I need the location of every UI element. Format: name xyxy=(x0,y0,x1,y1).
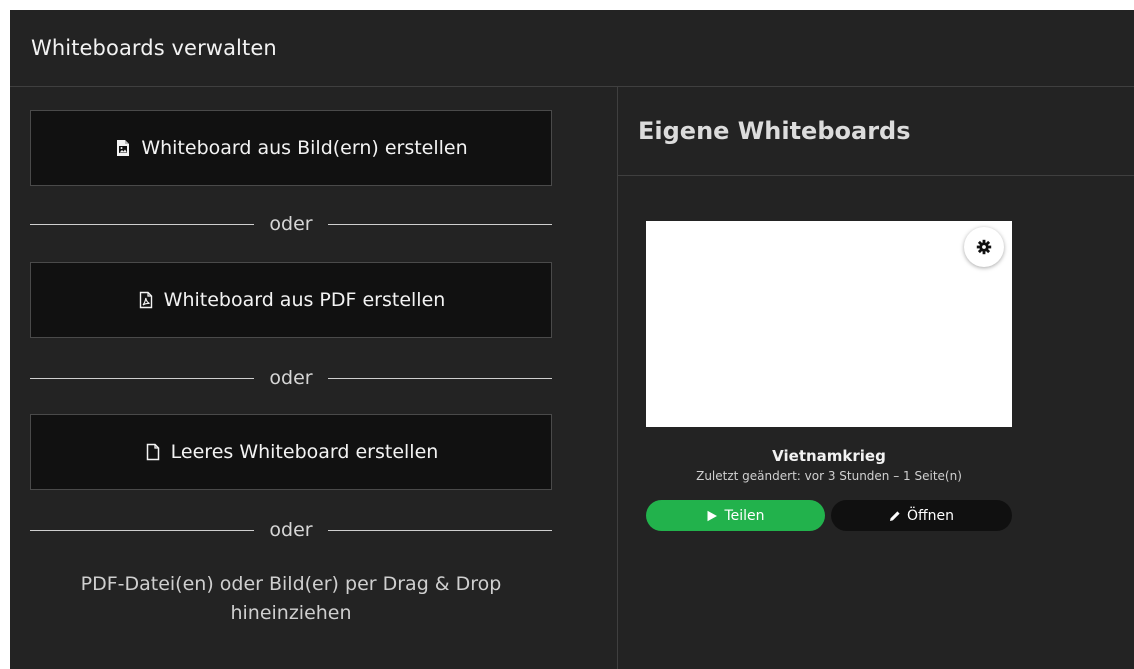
open-label: Öffnen xyxy=(906,507,955,524)
create-from-images-button[interactable]: Whiteboard aus Bild(ern) erstellen xyxy=(30,110,552,186)
open-button[interactable]: Öffnen xyxy=(831,500,1012,531)
create-blank-button[interactable]: Leeres Whiteboard erstellen xyxy=(30,414,552,490)
whiteboard-card: Vietnamkrieg Zuletzt geändert: vor 3 Stu… xyxy=(646,221,1012,531)
separator-line xyxy=(327,529,552,531)
settings-button[interactable] xyxy=(964,227,1004,267)
whiteboard-manager-dialog: Whiteboards verwalten Whiteboard aus Bil… xyxy=(10,10,1134,669)
share-button[interactable]: Teilen xyxy=(646,500,825,531)
separator-line xyxy=(327,377,552,379)
pencil-icon xyxy=(889,510,900,521)
create-from-images-label: Whiteboard aus Bild(ern) erstellen xyxy=(141,137,468,159)
whiteboard-thumbnail[interactable] xyxy=(646,221,1012,427)
separator-text: oder xyxy=(269,367,313,389)
dialog-title: Whiteboards verwalten xyxy=(31,36,277,60)
share-label: Teilen xyxy=(724,507,765,524)
separator-3: oder xyxy=(30,518,552,542)
separator-text: oder xyxy=(269,213,313,235)
whiteboard-meta: Zuletzt geändert: vor 3 Stunden – 1 Seit… xyxy=(696,469,962,483)
separator-line xyxy=(327,223,552,225)
separator-text: oder xyxy=(269,519,313,541)
gear-icon xyxy=(976,239,992,255)
create-from-pdf-button[interactable]: Whiteboard aus PDF erstellen xyxy=(30,262,552,338)
separator-line xyxy=(30,529,255,531)
own-whiteboards-title: Eigene Whiteboards xyxy=(638,117,911,145)
separator-line xyxy=(30,223,255,225)
create-from-pdf-label: Whiteboard aus PDF erstellen xyxy=(163,289,446,311)
whiteboard-name: Vietnamkrieg xyxy=(772,447,886,465)
pdf-file-icon xyxy=(139,291,152,309)
separator-line xyxy=(30,377,255,379)
separator-1: oder xyxy=(30,212,552,236)
dialog-header: Whiteboards verwalten xyxy=(10,10,1134,87)
drag-drop-line-2: hineinziehen xyxy=(230,602,352,624)
own-whiteboards-panel: Eigene Whiteboards Vietnamkrieg Zuletzt … xyxy=(618,87,1134,669)
create-panel: Whiteboard aus Bild(ern) erstellen oder … xyxy=(10,87,618,669)
drag-drop-hint: PDF-Datei(en) oder Bild(er) per Drag & D… xyxy=(30,570,552,628)
separator-2: oder xyxy=(30,366,552,390)
blank-file-icon xyxy=(146,443,159,461)
play-icon xyxy=(707,510,718,521)
card-actions: Teilen Öffnen xyxy=(646,500,1012,531)
own-whiteboards-header: Eigene Whiteboards xyxy=(618,87,1134,176)
image-file-icon xyxy=(117,140,130,156)
drag-drop-line-1: PDF-Datei(en) oder Bild(er) per Drag & D… xyxy=(80,573,502,595)
create-blank-label: Leeres Whiteboard erstellen xyxy=(170,441,439,463)
